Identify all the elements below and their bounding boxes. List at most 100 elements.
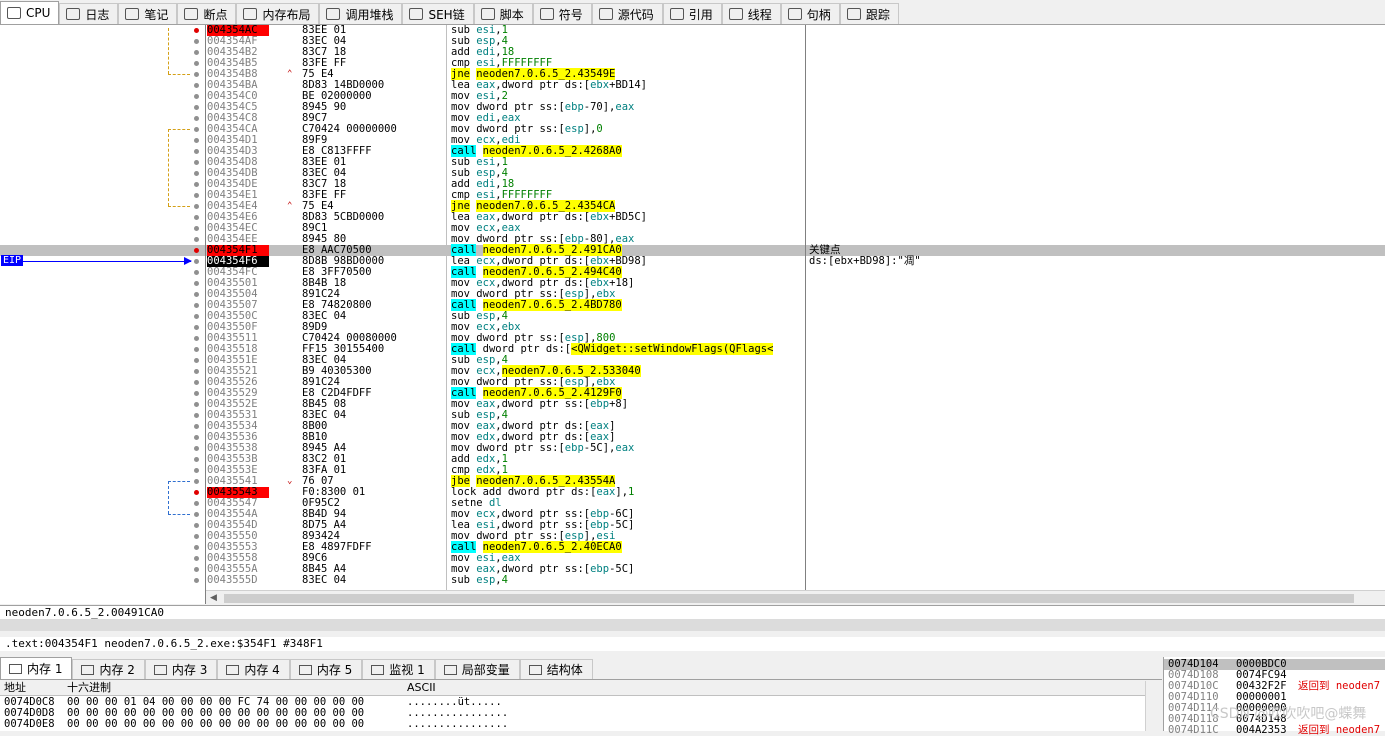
breakpoint-slot-icon[interactable] xyxy=(194,182,199,187)
tab-call-stack[interactable]: 调用堆栈 xyxy=(319,3,403,24)
tab-trace[interactable]: 跟踪 xyxy=(839,3,899,24)
breakpoint-dot-icon[interactable] xyxy=(194,28,199,33)
breakpoint-dot-icon[interactable] xyxy=(194,248,199,253)
tab-log[interactable]: 日志 xyxy=(59,3,119,24)
breakpoint-slot-icon[interactable] xyxy=(194,358,199,363)
breakpoint-slot-icon[interactable] xyxy=(194,325,199,330)
tab-icon xyxy=(81,664,95,675)
breakpoint-slot-icon[interactable] xyxy=(194,138,199,143)
splitter[interactable] xyxy=(0,651,1385,656)
dump-tab[interactable]: 监视 1 xyxy=(362,659,435,679)
breakpoint-slot-icon[interactable] xyxy=(194,556,199,561)
breakpoint-slot-icon[interactable] xyxy=(194,534,199,539)
trace-icon xyxy=(846,8,861,20)
breakpoint-slot-icon[interactable] xyxy=(194,270,199,275)
breakpoint-slot-icon[interactable] xyxy=(194,413,199,418)
breakpoint-slot-icon[interactable] xyxy=(194,39,199,44)
eip-marker: EIP xyxy=(1,255,24,266)
memory-dump[interactable]: 地址 十六进制 ASCII 0074D0C8 00 00 00 01 04 00 … xyxy=(0,681,1163,731)
breakpoint-slot-icon[interactable] xyxy=(194,578,199,583)
breakpoint-slot-icon[interactable] xyxy=(194,512,199,517)
dump-col-address: 地址 xyxy=(4,681,26,694)
breakpoint-slot-icon[interactable] xyxy=(194,336,199,341)
breakpoint-slot-icon[interactable] xyxy=(194,171,199,176)
breakpoint-slot-icon[interactable] xyxy=(194,303,199,308)
tab-references[interactable]: 引用 xyxy=(662,3,722,24)
breakpoint-slot-icon[interactable] xyxy=(194,149,199,154)
breakpoint-slot-icon[interactable] xyxy=(194,105,199,110)
tab-label: 内存 5 xyxy=(316,663,353,677)
breakpoint-slot-icon[interactable] xyxy=(194,127,199,132)
scrollbar-thumb[interactable] xyxy=(224,594,1354,603)
breakpoint-slot-icon[interactable] xyxy=(194,446,199,451)
splitter[interactable] xyxy=(0,619,1385,631)
tab-seh[interactable]: SEH链 xyxy=(402,3,474,24)
tab-label: CPU xyxy=(26,6,51,20)
breakpoint-slot-icon[interactable] xyxy=(194,369,199,374)
breakpoint-slot-icon[interactable] xyxy=(194,83,199,88)
breakpoint-slot-icon[interactable] xyxy=(194,215,199,220)
horizontal-scrollbar[interactable]: ◀ xyxy=(206,590,1385,605)
tab-notes[interactable]: 笔记 xyxy=(118,3,178,24)
breakpoint-slot-icon[interactable] xyxy=(194,402,199,407)
breakpoint-slot-icon[interactable] xyxy=(194,94,199,99)
breakpoint-slot-icon[interactable] xyxy=(194,457,199,462)
disasm-row[interactable]: 0043555D 83EC 04 sub esp,4 xyxy=(0,575,1385,586)
breakpoint-slot-icon[interactable] xyxy=(194,237,199,242)
jump-line xyxy=(168,129,170,206)
breakpoint-slot-icon[interactable] xyxy=(194,380,199,385)
scroll-left-icon[interactable]: ◀ xyxy=(210,593,217,603)
tab-handles[interactable]: 句柄 xyxy=(780,3,840,24)
jump-line xyxy=(168,28,170,74)
breakpoint-slot-icon[interactable] xyxy=(194,204,199,209)
dump-row[interactable]: 0074D0E8 00 00 00 00 00 00 00 00 00 00 00… xyxy=(0,719,1145,730)
breakpoint-slot-icon[interactable] xyxy=(194,468,199,473)
breakpoint-slot-icon[interactable] xyxy=(194,61,199,66)
breakpoint-slot-icon[interactable] xyxy=(194,314,199,319)
stack-comment: 返回到 neoden7 xyxy=(1298,680,1381,692)
breakpoint-slot-icon[interactable] xyxy=(194,391,199,396)
dump-col-hex: 十六进制 xyxy=(67,681,111,694)
dump-tab[interactable]: 内存 1 xyxy=(0,657,73,679)
breakpoint-slot-icon[interactable] xyxy=(194,545,199,550)
disassembly-view[interactable]: 004354AC 83EE 01 sub esi,1 004354AF 83EC 04 s… xyxy=(0,25,1385,605)
dump-tab[interactable]: 内存 3 xyxy=(144,659,218,679)
breakpoint-slot-icon[interactable] xyxy=(194,479,199,484)
breakpoint-slot-icon[interactable] xyxy=(194,116,199,121)
breakpoint-slot-icon[interactable] xyxy=(194,160,199,165)
tab-label: 内存 2 xyxy=(99,663,135,677)
jump-line xyxy=(168,481,190,483)
tab-breakpoint[interactable]: 断点 xyxy=(177,3,237,24)
breakpoint-slot-icon[interactable] xyxy=(194,292,199,297)
dump-ascii: ................ xyxy=(407,718,509,730)
breakpoint-slot-icon[interactable] xyxy=(194,347,199,352)
breakpoint-slot-icon[interactable] xyxy=(194,50,199,55)
breakpoint-slot-icon[interactable] xyxy=(194,281,199,286)
breakpoint-slot-icon[interactable] xyxy=(194,567,199,572)
breakpoint-slot-icon[interactable] xyxy=(194,72,199,77)
tab-label: SEH链 xyxy=(428,7,465,22)
breakpoint-slot-icon[interactable] xyxy=(194,523,199,528)
dump-tab[interactable]: 结构体 xyxy=(519,659,593,679)
dump-tab[interactable]: 内存 2 xyxy=(72,659,145,679)
breakpoint-dot-icon[interactable] xyxy=(194,490,199,495)
dump-tab[interactable]: 内存 5 xyxy=(289,659,363,679)
breakpoint-slot-icon[interactable] xyxy=(194,259,199,264)
dump-tab[interactable]: 局部变量 xyxy=(434,659,520,679)
eip-arrow xyxy=(23,261,191,262)
tab-source[interactable]: 源代码 xyxy=(591,3,663,24)
breakpoint-slot-icon[interactable] xyxy=(194,435,199,440)
tab-threads[interactable]: 线程 xyxy=(721,3,781,24)
tab-symbols[interactable]: 符号 xyxy=(532,3,592,24)
tab-memory-map[interactable]: 内存布局 xyxy=(236,3,320,24)
symbols-icon xyxy=(539,8,554,20)
breakpoint-slot-icon[interactable] xyxy=(194,424,199,429)
dump-scrollbar[interactable] xyxy=(1145,681,1163,731)
breakpoint-slot-icon[interactable] xyxy=(194,193,199,198)
tab-script[interactable]: 脚本 xyxy=(473,3,533,24)
tab-cpu[interactable]: CPU xyxy=(0,1,60,24)
dump-tab[interactable]: 内存 4 xyxy=(217,659,290,679)
breakpoint-slot-icon[interactable] xyxy=(194,226,199,231)
instruction-address: 0043555D xyxy=(207,574,258,586)
breakpoint-slot-icon[interactable] xyxy=(194,501,199,506)
